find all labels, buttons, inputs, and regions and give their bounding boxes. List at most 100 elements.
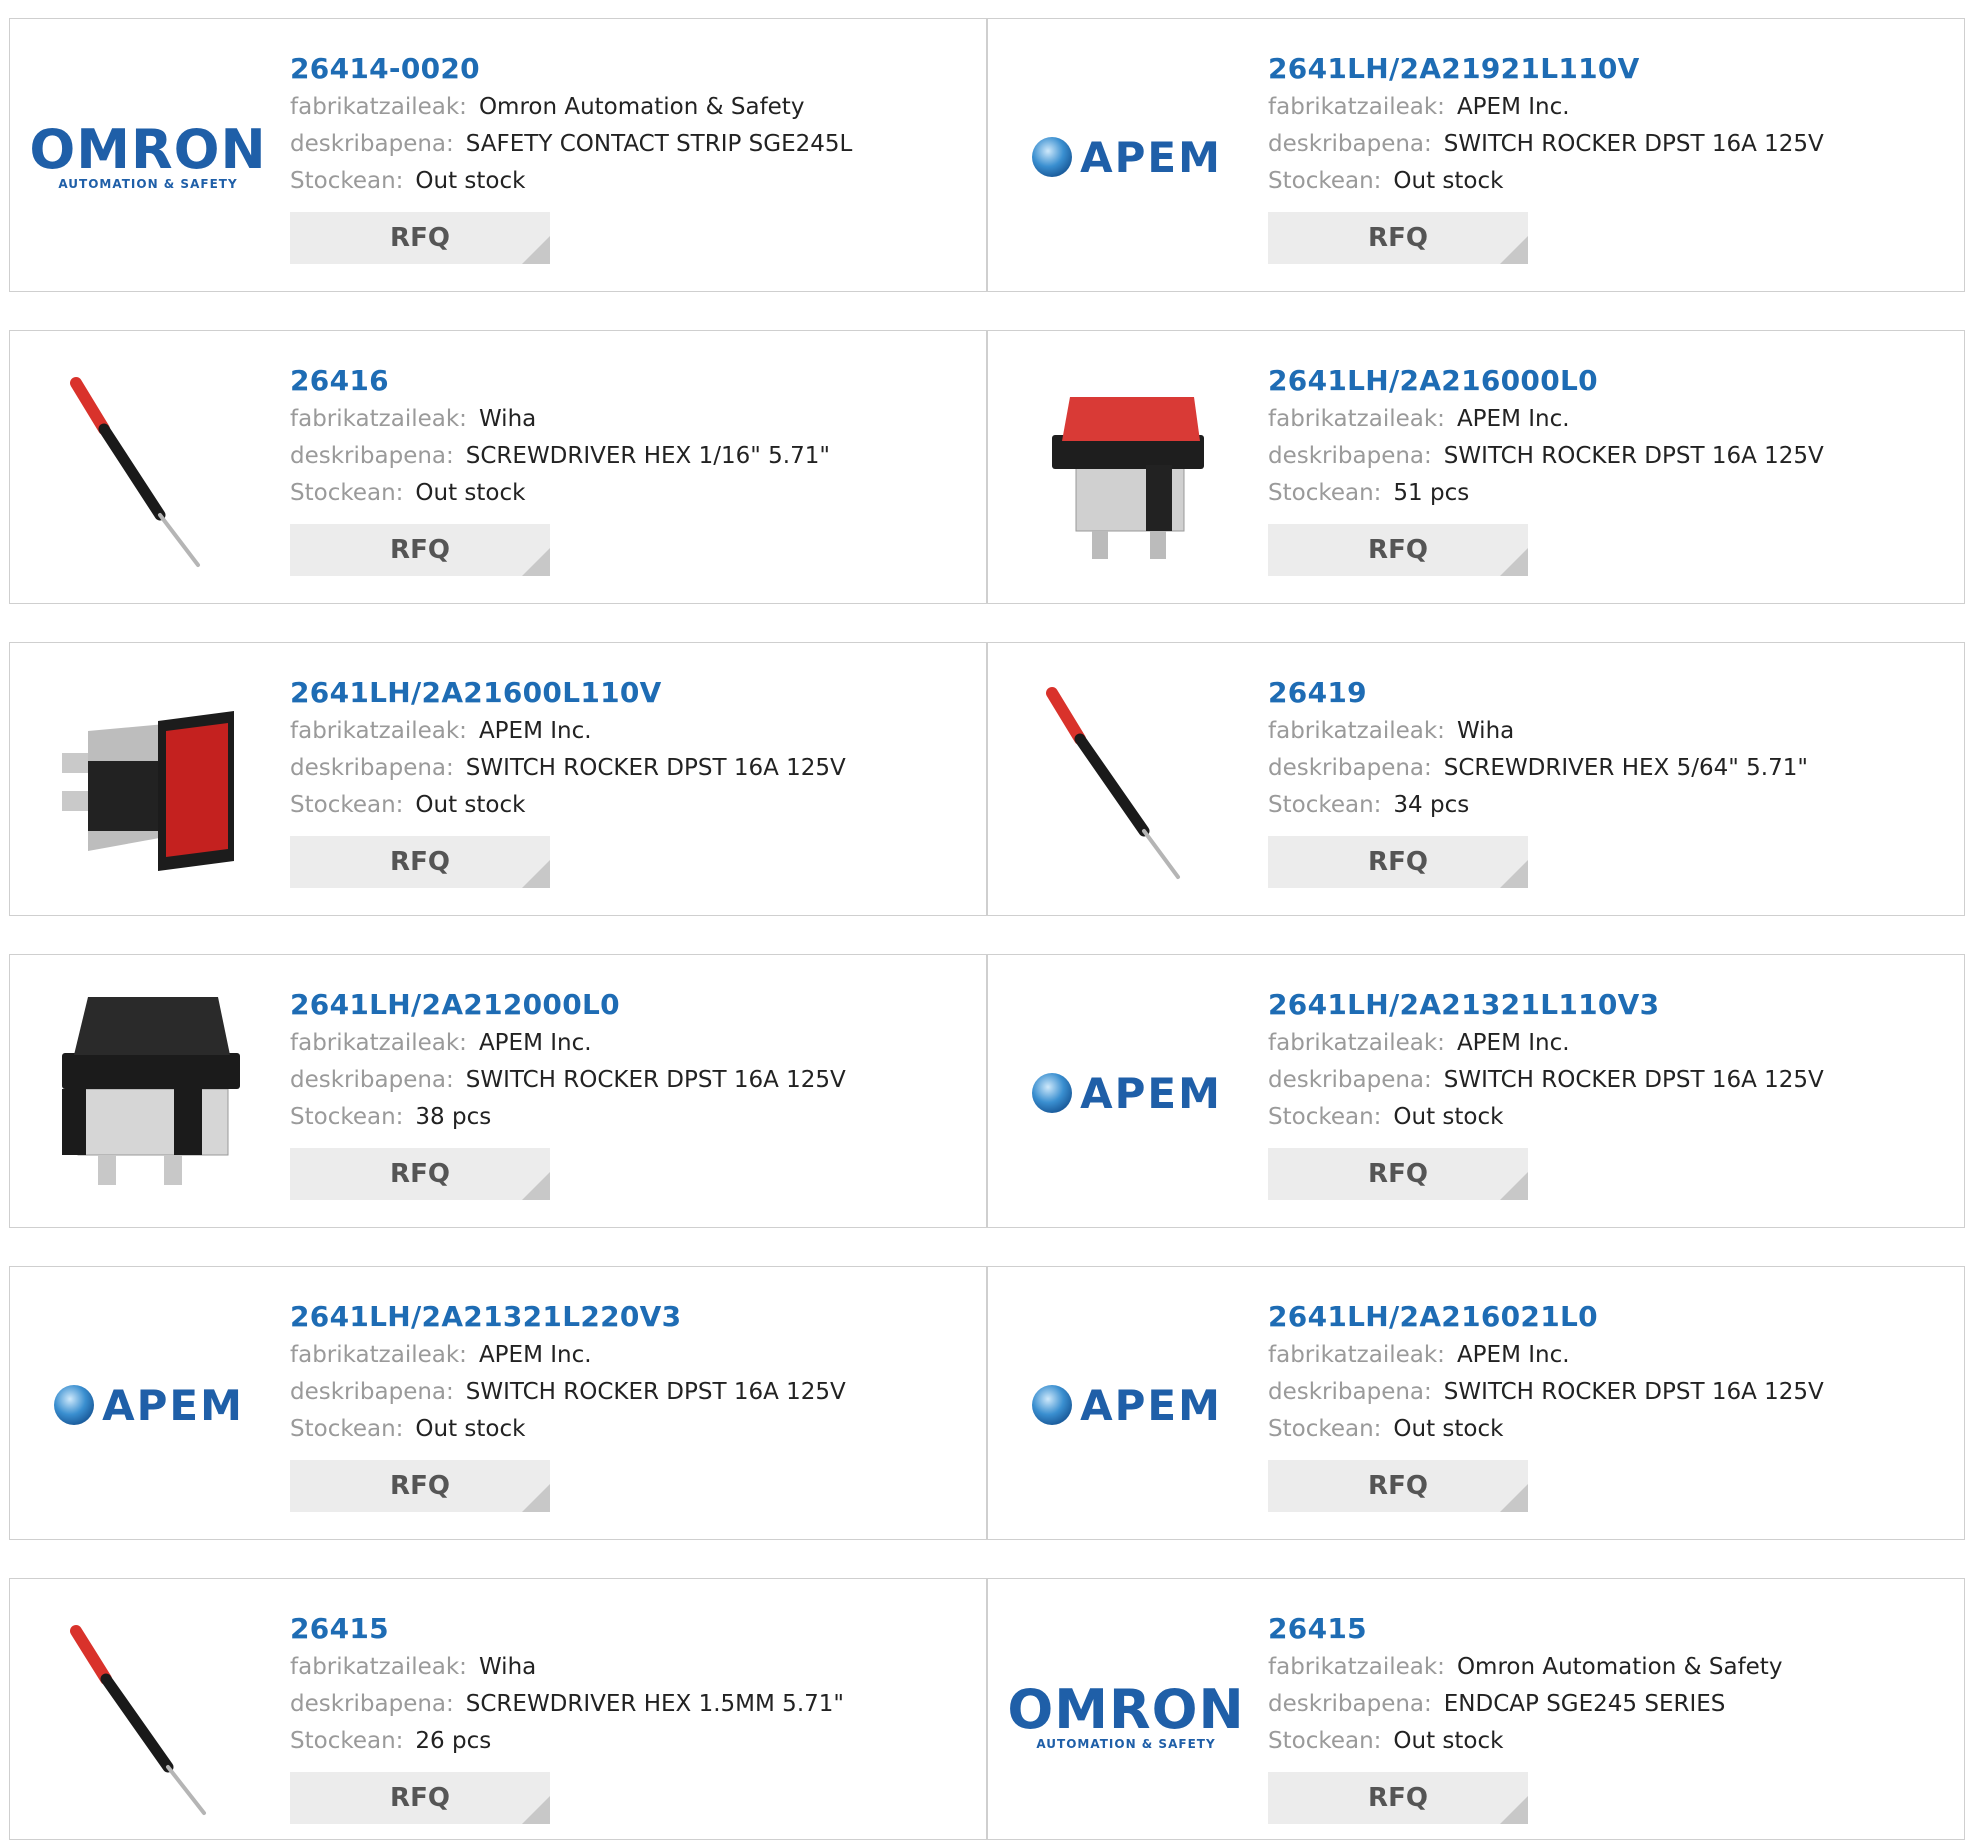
rfq-label: RFQ [390,1159,450,1189]
product-row: APEM 2641LH/2A21321L220V3 fabrikatzailea… [9,1266,1965,1540]
corner-decoration [522,236,550,264]
description-label: deskribapena: [290,131,454,157]
rfq-label: RFQ [390,1783,450,1813]
rfq-label: RFQ [1368,223,1428,253]
manufacturer-value: Wiha [478,1654,537,1680]
apem-logo[interactable]: APEM [48,1305,248,1505]
rfq-button[interactable]: RFQ [290,1148,550,1200]
rfq-button[interactable]: RFQ [290,1772,550,1824]
manufacturer-value: Wiha [478,406,537,432]
stock-value: 38 pcs [415,1104,492,1130]
part-number-link[interactable]: 2641LH/2A21600L110V [290,673,966,713]
manufacturer-value: Wiha [1456,718,1515,744]
corner-decoration [522,1484,550,1512]
manufacturer-value: APEM Inc. [1456,1342,1570,1368]
description-label: deskribapena: [290,1067,454,1093]
stock-label: Stockean: [1268,792,1382,818]
stock-label: Stockean: [1268,1104,1382,1130]
logo-wordmark: APEM [1080,1068,1222,1118]
corner-decoration [1500,1484,1528,1512]
manufacturer-value: APEM Inc. [1456,94,1570,120]
corner-decoration [1500,860,1528,888]
screwdriver-photo[interactable] [48,1617,248,1817]
part-number-link[interactable]: 2641LH/2A216021L0 [1268,1297,1944,1337]
description-value: SCREWDRIVER HEX 1/16" 5.71" [465,443,830,469]
rfq-button[interactable]: RFQ [1268,836,1528,888]
corner-decoration [522,1172,550,1200]
part-number-link[interactable]: 26415 [1268,1609,1944,1649]
product-card: 2641LH/2A216000L0 fabrikatzaileak: APEM I… [987,330,1965,604]
manufacturer-value: APEM Inc. [1456,406,1570,432]
part-number-link[interactable]: 2641LH/2A216000L0 [1268,361,1944,401]
product-card: 26419 fabrikatzaileak: Wiha deskribapena:… [987,642,1965,916]
description-label: deskribapena: [290,1379,454,1405]
omron-logo[interactable]: OMRON AUTOMATION & SAFETY [1007,1617,1243,1817]
screwdriver-photo[interactable] [48,369,248,569]
corner-decoration [1500,1796,1528,1824]
product-card: APEM 2641LH/2A21321L110V3 fabrikatzailea… [987,954,1965,1228]
stock-label: Stockean: [1268,168,1382,194]
part-number-link[interactable]: 2641LH/2A21921L110V [1268,49,1944,89]
product-row: 26416 fabrikatzaileak: Wiha deskribapena:… [9,330,1965,604]
rfq-button[interactable]: RFQ [1268,1148,1528,1200]
apem-logo[interactable]: APEM [1026,1305,1226,1505]
black-rocker-switch-photo[interactable] [48,993,248,1193]
manufacturer-value: APEM Inc. [1456,1030,1570,1056]
manufacturer-label: fabrikatzaileak: [290,1654,467,1680]
stock-value: 51 pcs [1393,480,1470,506]
part-number-link[interactable]: 26415 [290,1609,966,1649]
manufacturer-label: fabrikatzaileak: [290,406,467,432]
manufacturer-label: fabrikatzaileak: [1268,1030,1445,1056]
rfq-label: RFQ [390,847,450,877]
part-number-link[interactable]: 26414-0020 [290,49,966,89]
rfq-button[interactable]: RFQ [1268,1772,1528,1824]
description-value: SWITCH ROCKER DPST 16A 125V [465,1067,846,1093]
product-card: APEM 2641LH/2A21321L220V3 fabrikatzailea… [9,1266,987,1540]
stock-value: Out stock [1393,1728,1504,1754]
part-number-link[interactable]: 2641LH/2A21321L110V3 [1268,985,1944,1025]
rfq-label: RFQ [390,223,450,253]
screwdriver-icon [70,1625,206,1815]
stock-value: Out stock [1393,1104,1504,1130]
product-card: OMRON AUTOMATION & SAFETY 26415 fabrikat… [987,1578,1965,1840]
product-card: 2641LH/2A212000L0 fabrikatzaileak: APEM I… [9,954,987,1228]
rfq-button[interactable]: RFQ [290,836,550,888]
logo-wordmark: APEM [102,1380,244,1430]
part-number-link[interactable]: 26416 [290,361,966,401]
red-rocker-switch-side-photo[interactable] [48,681,248,881]
rfq-button[interactable]: RFQ [1268,524,1528,576]
rfq-button[interactable]: RFQ [290,524,550,576]
manufacturer-value: APEM Inc. [478,1030,592,1056]
rocker-switch-icon [62,711,234,871]
manufacturer-value: APEM Inc. [478,1342,592,1368]
description-value: ENDCAP SGE245 SERIES [1443,1691,1726,1717]
product-row: 2641LH/2A212000L0 fabrikatzaileak: APEM I… [9,954,1965,1228]
apem-logo[interactable]: APEM [1026,993,1226,1193]
apem-globe-icon [1032,1073,1073,1113]
part-number-link[interactable]: 26419 [1268,673,1944,713]
manufacturer-value: Omron Automation & Safety [1456,1654,1783,1680]
corner-decoration [522,1796,550,1824]
description-label: deskribapena: [1268,1691,1432,1717]
rfq-label: RFQ [1368,847,1428,877]
description-value: SWITCH ROCKER DPST 16A 125V [465,1379,846,1405]
part-number-link[interactable]: 2641LH/2A21321L220V3 [290,1297,966,1337]
screwdriver-photo[interactable] [1026,681,1226,881]
description-value: SWITCH ROCKER DPST 16A 125V [1443,131,1824,157]
product-card: APEM 2641LH/2A21921L110V fabrikatzaileak… [987,18,1965,292]
apem-logo[interactable]: APEM [1026,57,1226,257]
product-row: 2641LH/2A21600L110V fabrikatzaileak: APEM… [9,642,1965,916]
rfq-button[interactable]: RFQ [290,1460,550,1512]
rfq-button[interactable]: RFQ [1268,1460,1528,1512]
rfq-label: RFQ [1368,1471,1428,1501]
corner-decoration [522,548,550,576]
rfq-button[interactable]: RFQ [290,212,550,264]
red-rocker-switch-photo[interactable] [1026,369,1226,569]
product-row: 26415 fabrikatzaileak: Wiha deskribapena:… [9,1578,1965,1840]
product-card: 26415 fabrikatzaileak: Wiha deskribapena:… [9,1578,987,1840]
omron-logo[interactable]: OMRON AUTOMATION & SAFETY [29,57,265,257]
manufacturer-label: fabrikatzaileak: [290,1030,467,1056]
rfq-button[interactable]: RFQ [1268,212,1528,264]
stock-label: Stockean: [1268,480,1382,506]
part-number-link[interactable]: 2641LH/2A212000L0 [290,985,966,1025]
